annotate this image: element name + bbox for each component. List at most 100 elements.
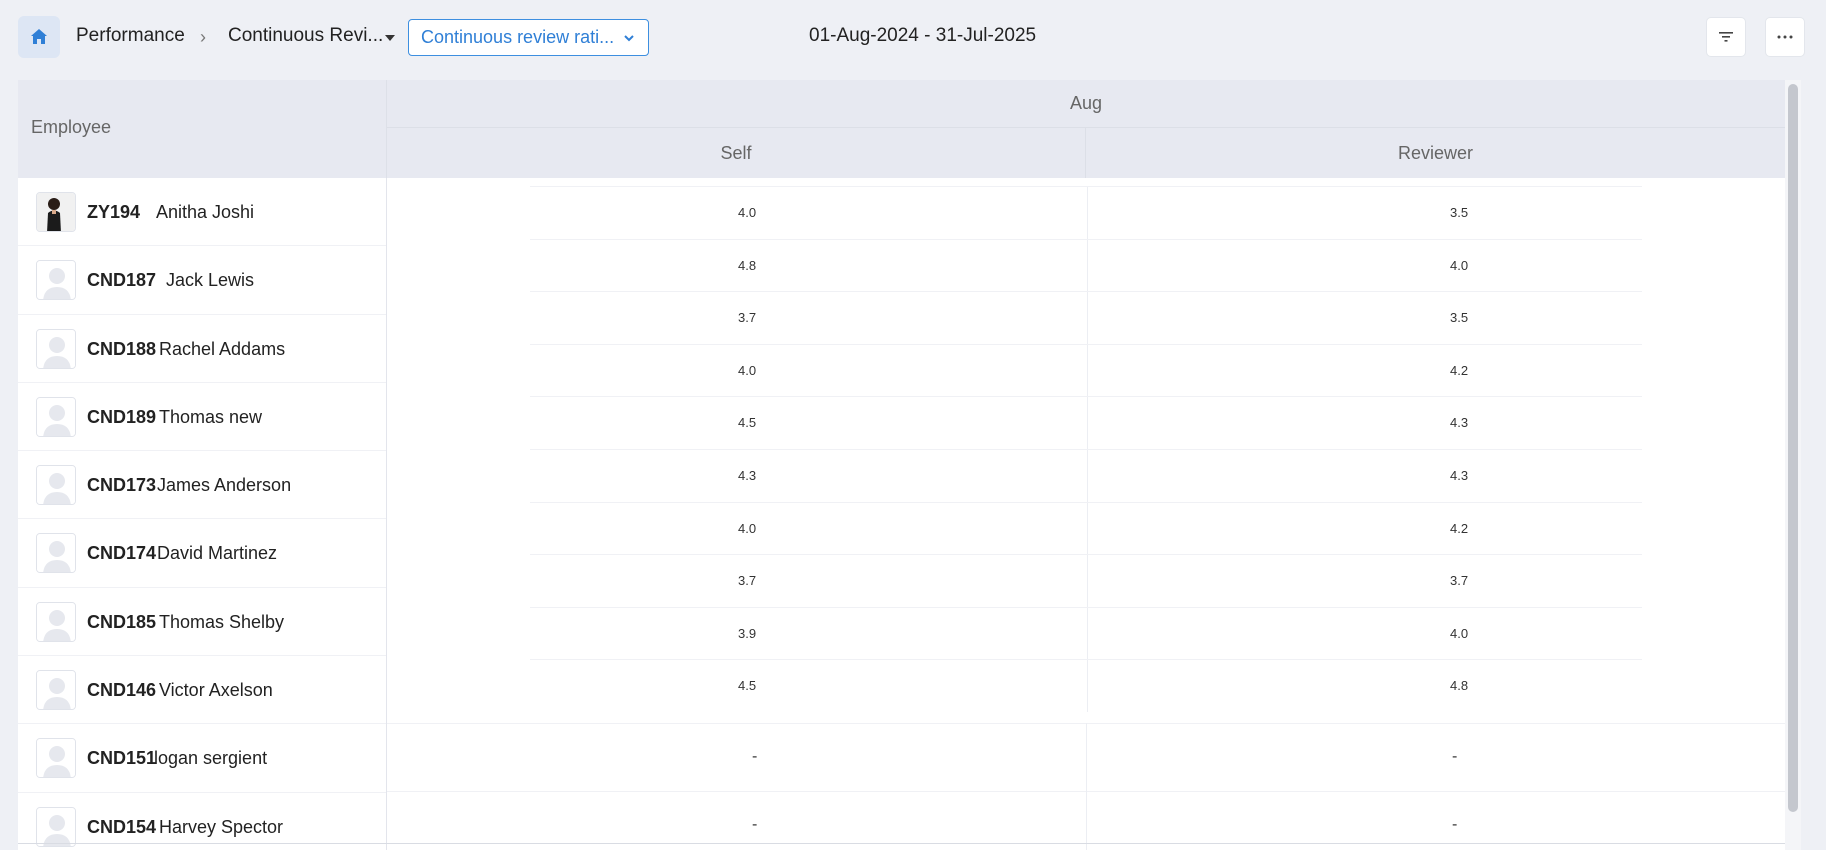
rating-row: 4.5 4.8 xyxy=(530,659,1642,712)
employee-id[interactable]: CND174 xyxy=(87,543,156,564)
avatar[interactable] xyxy=(36,260,76,301)
self-rating-cell: 4.3 xyxy=(738,467,757,483)
employee-id[interactable]: CND187 xyxy=(87,270,156,291)
self-rating-cell: 4.8 xyxy=(738,257,757,273)
vertical-scrollbar[interactable] xyxy=(1785,80,1801,850)
employee-name[interactable]: James Anderson xyxy=(157,475,291,496)
self-rating-cell: 3.7 xyxy=(738,573,757,589)
rating-row: 3.7 3.5 xyxy=(530,291,1642,344)
employee-id[interactable]: CND189 xyxy=(87,407,156,428)
breadcrumb-continuous-review[interactable]: Continuous Revi... xyxy=(228,25,383,47)
employee-column-header[interactable]: Employee xyxy=(18,80,387,178)
reviewer-rating-cell: 4.8 xyxy=(1450,678,1469,694)
employee-name[interactable]: David Martinez xyxy=(157,543,277,564)
employee-name[interactable]: Harvey Spector xyxy=(159,817,283,838)
employee-header-label: Employee xyxy=(31,117,112,137)
employee-name[interactable]: Anitha Joshi xyxy=(156,202,254,223)
rating-row: 4.0 4.2 xyxy=(530,501,1642,555)
ratings-grid: 4.0 3.5 4.8 4.0 3.7 3.5 4.0 4.2 4.5 4.3 4.3 4.3 4.0 4… xyxy=(530,186,1642,712)
home-button[interactable] xyxy=(18,16,60,58)
avatar[interactable] xyxy=(36,192,76,232)
avatar[interactable] xyxy=(36,328,76,369)
employee-name[interactable]: Rachel Addams xyxy=(159,339,285,360)
self-column-header: Self xyxy=(387,128,1086,178)
self-rating-cell: - xyxy=(752,816,758,833)
reviewer-rating-cell: 4.0 xyxy=(1450,257,1469,273)
date-range: 01-Aug-2024 - 31-Jul-2025 xyxy=(809,25,1037,46)
caret-down-icon[interactable] xyxy=(385,35,395,41)
employee-name[interactable]: Victor Axelson xyxy=(159,680,273,701)
avatar[interactable] xyxy=(36,396,76,437)
view-select-value: Continuous review rati... xyxy=(421,27,615,47)
employee-row[interactable]: CND189 Thomas new xyxy=(18,383,386,452)
ratings-table: Employee Aug Self Reviewer ZY194 Anitha J… xyxy=(18,80,1785,850)
employee-row[interactable]: CND174 David Martinez xyxy=(18,519,386,588)
view-select-dropdown[interactable]: Continuous review rati... xyxy=(408,19,649,56)
reviewer-column-header: Reviewer xyxy=(1086,128,1785,178)
employee-id[interactable]: CND188 xyxy=(87,339,156,360)
employee-id[interactable]: CND173 xyxy=(87,475,156,496)
more-options-button[interactable] xyxy=(1765,17,1805,57)
employee-row[interactable]: CND154 Harvey Spector xyxy=(18,793,386,850)
reviewer-rating-cell: - xyxy=(1452,816,1458,833)
employee-row[interactable]: CND187 Jack Lewis xyxy=(18,246,386,315)
self-rating-cell: 3.9 xyxy=(738,625,757,641)
employee-row[interactable]: CND146 Victor Axelson xyxy=(18,656,386,725)
table-bottom-border xyxy=(18,843,1785,844)
self-rating-cell: 4.0 xyxy=(738,362,757,378)
avatar[interactable] xyxy=(36,738,76,779)
employee-row[interactable]: ZY194 Anitha Joshi xyxy=(18,178,386,247)
reviewer-rating-cell: 3.5 xyxy=(1450,205,1469,220)
self-rating-cell: 4.0 xyxy=(738,520,757,536)
rating-row: 4.8 4.0 xyxy=(530,238,1642,292)
breadcrumb-performance[interactable]: Performance xyxy=(76,25,185,47)
employee-id[interactable]: ZY194 xyxy=(87,202,140,223)
rating-row: 3.7 3.7 xyxy=(530,554,1642,607)
employee-id[interactable]: CND151 xyxy=(87,748,156,769)
employee-name[interactable]: logan sergient xyxy=(154,748,267,769)
rating-row: 4.0 4.2 xyxy=(530,343,1642,397)
reviewer-rating-cell: - xyxy=(1452,748,1458,765)
avatar[interactable] xyxy=(36,601,76,642)
avatar[interactable] xyxy=(36,670,76,711)
employee-id[interactable]: CND185 xyxy=(87,612,156,633)
reviewer-rating-cell: 4.2 xyxy=(1450,520,1469,536)
reviewer-rating-cell: 4.3 xyxy=(1450,415,1469,431)
reviewer-rating-cell: 3.5 xyxy=(1450,310,1469,326)
home-icon xyxy=(31,29,47,44)
reviewer-rating-cell: 4.0 xyxy=(1450,625,1469,641)
employee-row[interactable]: CND173 James Anderson xyxy=(18,451,386,520)
employee-row[interactable]: CND151 logan sergient xyxy=(18,724,386,793)
reviewer-rating-cell: 3.7 xyxy=(1450,573,1469,589)
chevron-down-icon xyxy=(624,35,634,42)
employee-name[interactable]: Jack Lewis xyxy=(166,270,254,291)
more-icon xyxy=(1777,35,1793,39)
filter-icon xyxy=(1719,32,1733,42)
avatar[interactable] xyxy=(36,465,76,506)
filter-button[interactable] xyxy=(1706,17,1746,57)
scrollbar-thumb[interactable] xyxy=(1788,84,1798,812)
employee-id[interactable]: CND146 xyxy=(87,680,156,701)
employee-id[interactable]: CND154 xyxy=(87,817,156,838)
employee-row[interactable]: CND185 Thomas Shelby xyxy=(18,588,386,657)
month-header: Aug xyxy=(387,80,1785,128)
reviewer-rating-cell: 4.3 xyxy=(1450,467,1469,483)
rating-row: 4.5 4.3 xyxy=(530,396,1642,449)
employee-column: ZY194 Anitha Joshi CND187 Jack Lewis CND188 R… xyxy=(18,178,387,850)
rating-row: 4.0 3.5 xyxy=(530,186,1642,239)
employee-row[interactable]: CND188 Rachel Addams xyxy=(18,315,386,383)
column-divider xyxy=(1086,723,1087,850)
top-bar: Performance › Continuous Revi... Continu… xyxy=(0,0,1826,76)
self-rating-cell: 4.5 xyxy=(738,415,757,431)
rating-row: 3.9 4.0 xyxy=(530,606,1642,660)
employee-name[interactable]: Thomas Shelby xyxy=(159,612,284,633)
rating-row: 4.3 4.3 xyxy=(530,448,1642,502)
avatar[interactable] xyxy=(36,806,76,847)
employee-name[interactable]: Thomas new xyxy=(159,407,262,428)
self-rating-cell: 3.7 xyxy=(738,310,757,326)
self-rating-cell: 4.5 xyxy=(738,678,757,694)
self-rating-cell: 4.0 xyxy=(738,205,757,220)
breadcrumb-separator: › xyxy=(200,27,206,47)
self-rating-cell: - xyxy=(752,748,758,765)
avatar[interactable] xyxy=(36,533,76,574)
